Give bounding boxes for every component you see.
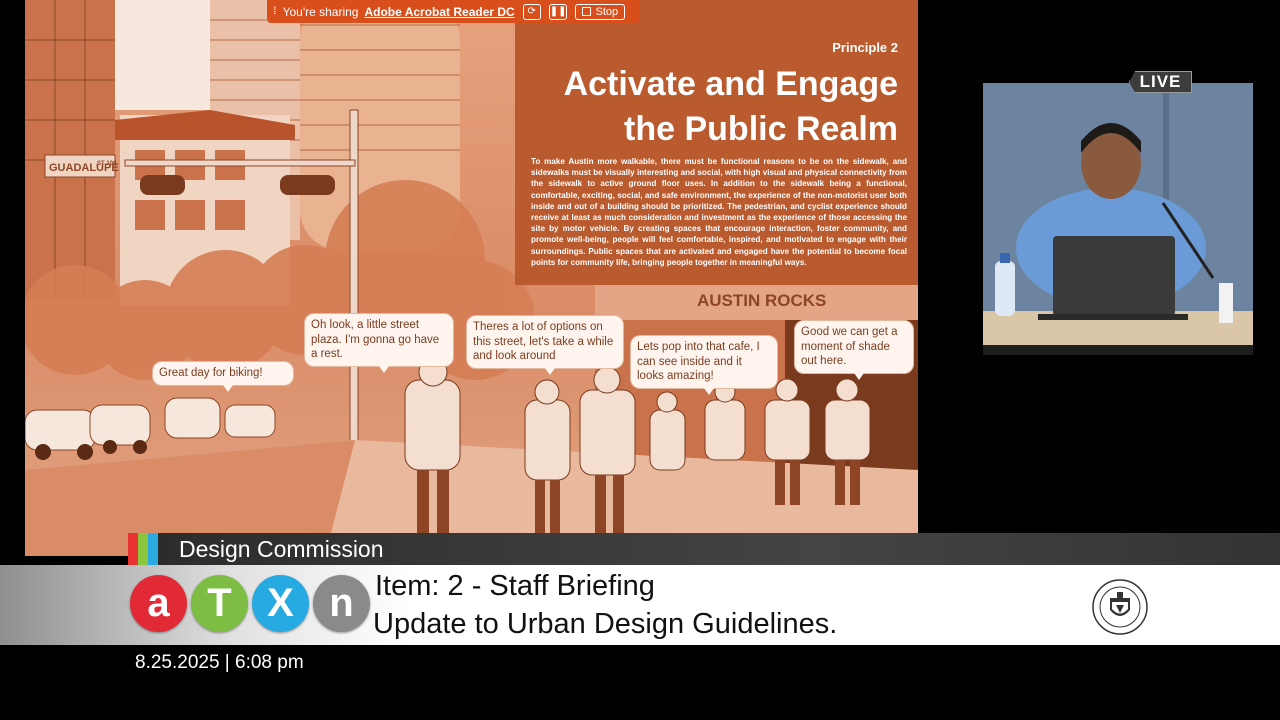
stripe-green [138,533,148,565]
presentation-slide: GUADALUPE ST 100 AUSTIN ROCKS Principle … [25,0,918,556]
stripe-blue [148,533,158,565]
stop-label: Stop [595,5,619,18]
live-badge: LIVE [1129,71,1192,93]
pause-icon: ❚❚ [549,6,567,17]
screen-sharing-bar: ⁞⁞ You're sharing Adobe Acrobat Reader D… [267,0,640,23]
pause-sharing-button[interactable]: ❚❚ [548,3,568,20]
stripe-red [128,533,138,565]
atxn-logo-letter-x: X [252,575,309,632]
broadcast-timestamp: 8.25.2025 | 6:08 pm [135,652,304,673]
drag-handle-icon[interactable]: ⁞⁞ [273,6,276,17]
presenter-camera-feed [983,83,1253,355]
speech-bubble: Great day for biking! [152,361,294,391]
agenda-item-subtitle: Update to Urban Design Guidelines. [373,608,838,640]
speech-bubble: Oh look, a little street plaza. I'm gonn… [304,313,454,372]
city-of-austin-seal-icon [1092,579,1148,635]
speech-bubble: Good we can get a moment of shade out he… [794,320,914,379]
principle-label: Principle 2 [832,40,898,55]
shared-app-name[interactable]: Adobe Acrobat Reader DC [364,5,514,19]
presenter-video-frame [983,83,1253,355]
stop-sharing-button[interactable]: Stop [575,3,626,20]
storefront-sign: AUSTIN ROCKS [697,291,826,310]
department-bar: Design Commission [128,533,1280,565]
department-title: Design Commission [179,536,384,562]
atxn-logo-letter-t: T [191,575,248,632]
slide-title: Activate and Engage the Public Realm [563,65,898,148]
agenda-item-title: Item: 2 - Staff Briefing [375,570,655,602]
color-stripes [128,533,158,565]
street-sign-block: ST 100 [97,161,117,167]
slide-body-text: To make Austin more walkable, there must… [531,157,907,267]
sharing-label: You're sharing [282,4,359,19]
atxn-logo: a T X n [130,575,370,632]
speech-bubble: Theres a lot of options on this street, … [466,315,624,374]
principle-text-panel: Principle 2 Activate and Engage the Publ… [515,0,918,285]
atxn-logo-letter-a: a [130,575,187,632]
switch-window-icon: ⟳ [527,6,536,17]
stop-icon [582,7,592,16]
switch-window-button[interactable]: ⟳ [522,3,541,20]
atxn-logo-letter-n: n [313,575,370,632]
speech-bubble: Lets pop into that cafe, I can see insid… [630,335,778,394]
